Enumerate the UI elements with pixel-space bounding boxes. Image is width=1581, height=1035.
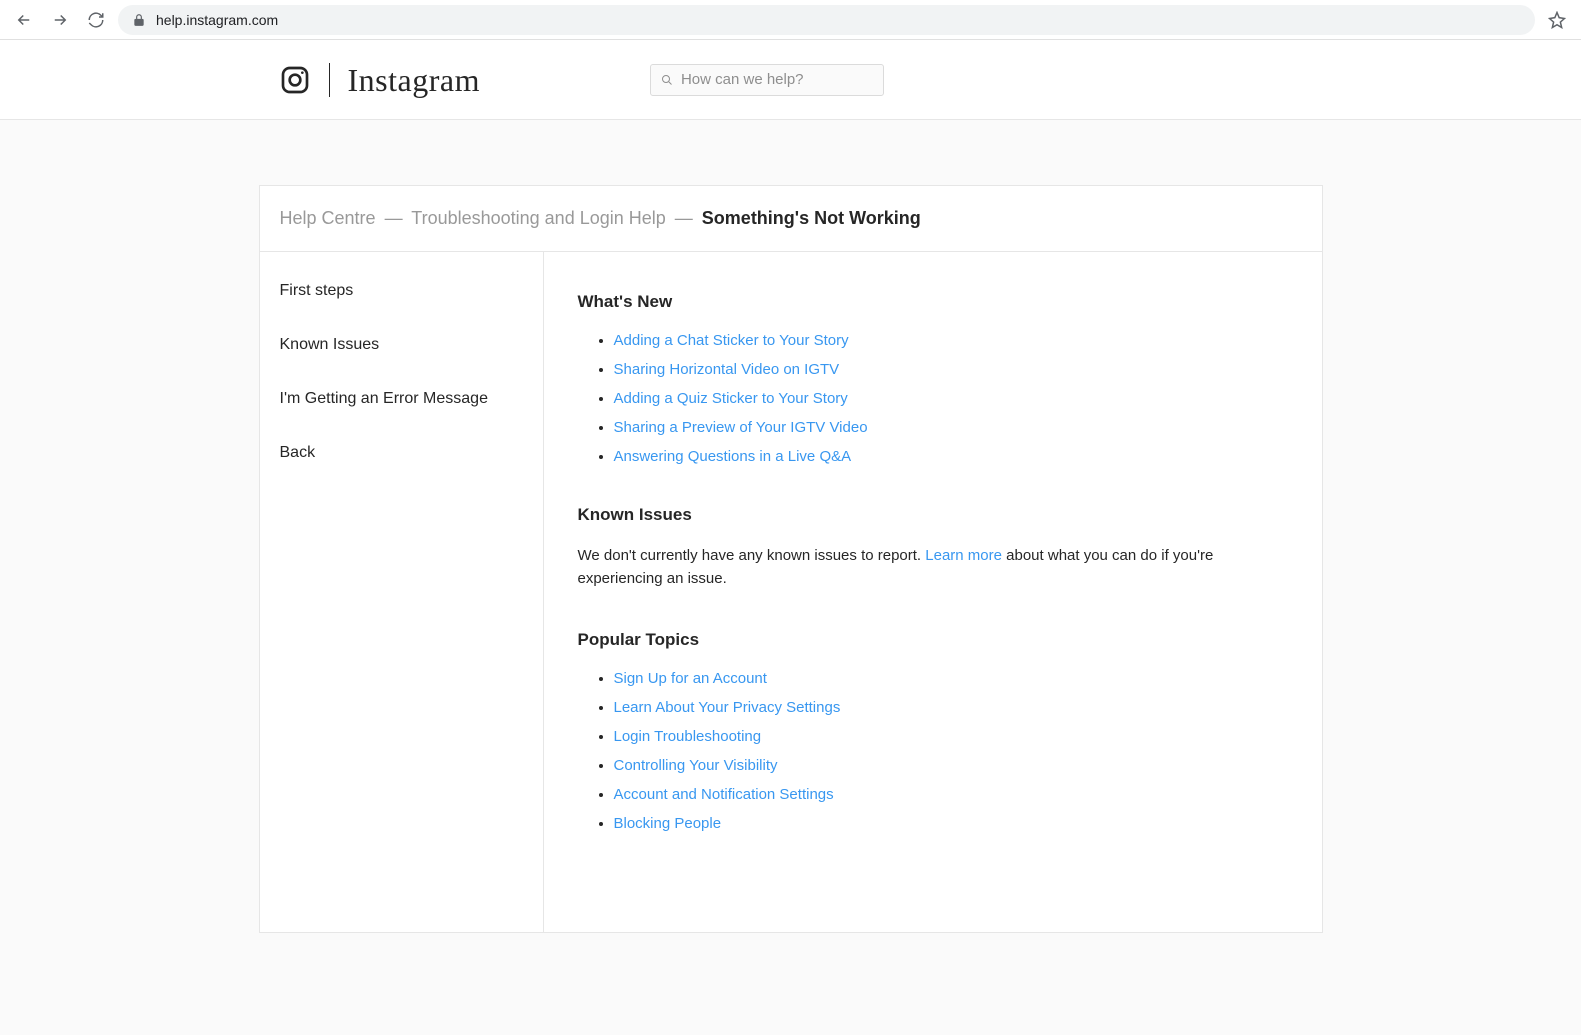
help-link[interactable]: Login Troubleshooting — [614, 728, 762, 745]
reload-button[interactable] — [82, 6, 110, 34]
help-link[interactable]: Blocking People — [614, 815, 722, 832]
instagram-wordmark: Instagram — [348, 64, 480, 96]
search-input[interactable] — [681, 71, 873, 88]
help-link[interactable]: Answering Questions in a Live Q&A — [614, 448, 852, 465]
url-text: help.instagram.com — [156, 12, 278, 28]
list-item: Login Troubleshooting — [614, 728, 1288, 745]
page-header: Instagram — [0, 40, 1581, 120]
section-whats-new: What's New Adding a Chat Sticker to Your… — [578, 292, 1288, 465]
help-link[interactable]: Learn About Your Privacy Settings — [614, 699, 841, 716]
star-icon — [1548, 11, 1566, 29]
forward-button[interactable] — [46, 6, 74, 34]
search-box[interactable] — [650, 64, 884, 96]
sidebar-item-error-message[interactable]: I'm Getting an Error Message — [260, 372, 543, 426]
section-known-issues: Known Issues We don't currently have any… — [578, 505, 1288, 590]
section-title: Known Issues — [578, 505, 1288, 525]
browser-chrome: help.instagram.com — [0, 0, 1581, 40]
logo[interactable]: Instagram — [279, 63, 480, 97]
list-item: Adding a Chat Sticker to Your Story — [614, 332, 1288, 349]
list-item: Sharing Horizontal Video on IGTV — [614, 361, 1288, 378]
page-body: Help Centre — Troubleshooting and Login … — [0, 120, 1581, 1035]
list-item: Sharing a Preview of Your IGTV Video — [614, 419, 1288, 436]
content-card: Help Centre — Troubleshooting and Login … — [259, 185, 1323, 933]
section-title: What's New — [578, 292, 1288, 312]
logo-divider — [329, 63, 330, 97]
help-link[interactable]: Sharing Horizontal Video on IGTV — [614, 361, 840, 378]
help-link[interactable]: Adding a Chat Sticker to Your Story — [614, 332, 849, 349]
popular-topics-list: Sign Up for an Account Learn About Your … — [578, 670, 1288, 832]
sidebar-item-label: Back — [280, 444, 316, 461]
breadcrumb-link[interactable]: Help Centre — [280, 208, 376, 228]
address-bar[interactable]: help.instagram.com — [118, 5, 1535, 35]
sidebar-item-first-steps[interactable]: First steps — [260, 264, 543, 318]
arrow-right-icon — [51, 11, 69, 29]
lock-icon — [132, 13, 146, 27]
breadcrumb-separator: — — [675, 208, 693, 228]
sidebar-item-label: I'm Getting an Error Message — [280, 390, 488, 407]
section-title: Popular Topics — [578, 630, 1288, 650]
bookmark-button[interactable] — [1543, 6, 1571, 34]
help-link[interactable]: Sharing a Preview of Your IGTV Video — [614, 419, 868, 436]
learn-more-link[interactable]: Learn more — [925, 547, 1002, 564]
text-fragment: We don't currently have any known issues… — [578, 547, 926, 564]
help-link[interactable]: Controlling Your Visibility — [614, 757, 778, 774]
sidebar-item-back[interactable]: Back — [260, 426, 543, 480]
known-issues-text: We don't currently have any known issues… — [578, 545, 1288, 590]
list-item: Learn About Your Privacy Settings — [614, 699, 1288, 716]
back-button[interactable] — [10, 6, 38, 34]
sidebar-item-known-issues[interactable]: Known Issues — [260, 318, 543, 372]
search-icon — [661, 74, 673, 86]
list-item: Controlling Your Visibility — [614, 757, 1288, 774]
breadcrumb-current: Something's Not Working — [702, 208, 921, 228]
section-popular-topics: Popular Topics Sign Up for an Account Le… — [578, 630, 1288, 832]
help-link[interactable]: Account and Notification Settings — [614, 786, 834, 803]
list-item: Account and Notification Settings — [614, 786, 1288, 803]
breadcrumb-separator: — — [385, 208, 403, 228]
list-item: Answering Questions in a Live Q&A — [614, 448, 1288, 465]
help-link[interactable]: Sign Up for an Account — [614, 670, 767, 687]
sidebar: First steps Known Issues I'm Getting an … — [260, 252, 544, 932]
instagram-glyph-icon — [279, 64, 311, 96]
list-item: Sign Up for an Account — [614, 670, 1288, 687]
arrow-left-icon — [15, 11, 33, 29]
help-link[interactable]: Adding a Quiz Sticker to Your Story — [614, 390, 848, 407]
sidebar-item-label: First steps — [280, 282, 354, 299]
sidebar-item-label: Known Issues — [280, 336, 380, 353]
reload-icon — [87, 11, 105, 29]
list-item: Adding a Quiz Sticker to Your Story — [614, 390, 1288, 407]
main-content: What's New Adding a Chat Sticker to Your… — [544, 252, 1322, 932]
list-item: Blocking People — [614, 815, 1288, 832]
breadcrumb: Help Centre — Troubleshooting and Login … — [260, 186, 1322, 252]
whats-new-list: Adding a Chat Sticker to Your Story Shar… — [578, 332, 1288, 465]
breadcrumb-link[interactable]: Troubleshooting and Login Help — [411, 208, 666, 228]
